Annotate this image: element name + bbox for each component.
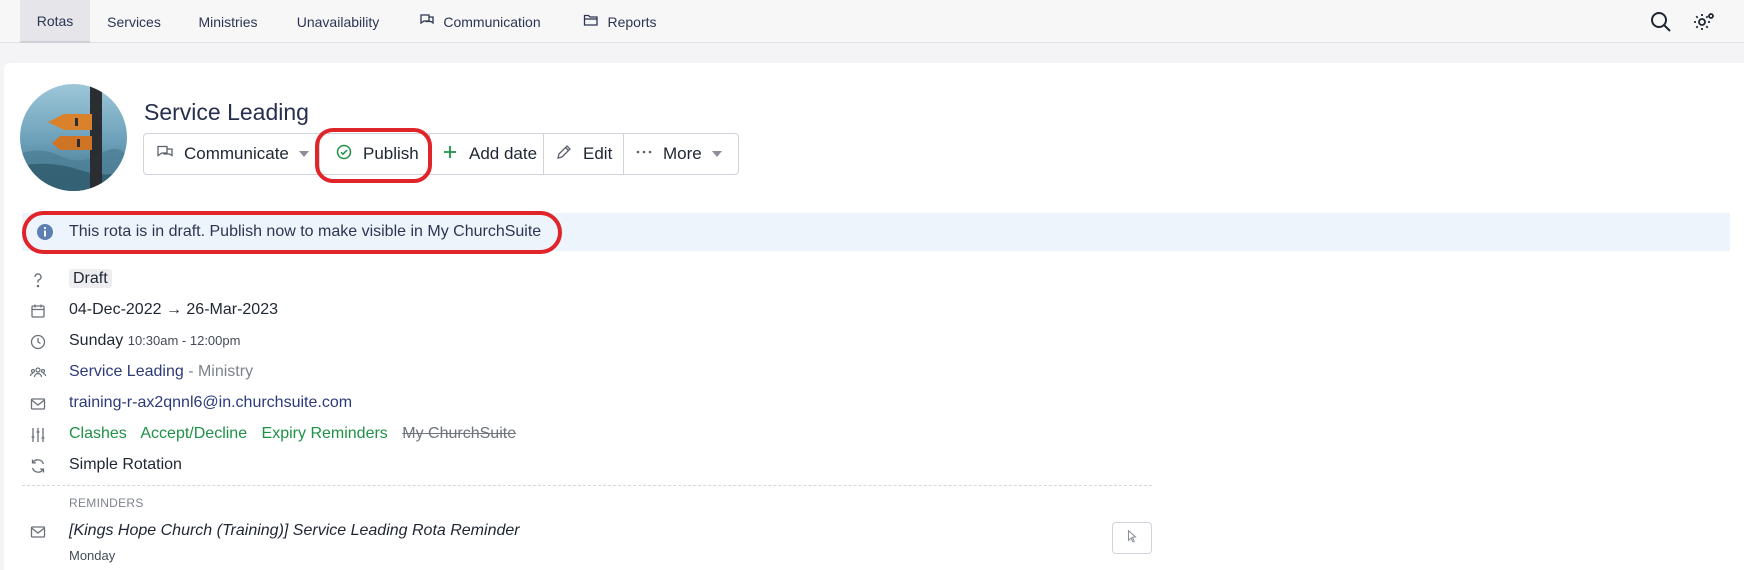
- edit-label: Edit: [583, 144, 613, 163]
- cursor-icon: [1125, 529, 1139, 548]
- sliders-icon: [29, 426, 47, 444]
- add-date-button[interactable]: Add date: [429, 134, 539, 174]
- edit-button[interactable]: Edit: [543, 134, 623, 174]
- publish-label: Publish: [363, 144, 419, 163]
- date-range-row: 04-Dec-2022 → 26-Mar-2023: [0, 298, 1200, 324]
- tab-label: Unavailability: [296, 13, 380, 30]
- publish-button[interactable]: Publish: [319, 134, 429, 174]
- accept-decline-setting: Accept/Decline: [140, 425, 248, 442]
- communicate-label: Communicate: [184, 144, 289, 163]
- expiry-reminders-setting: Expiry Reminders: [261, 425, 388, 442]
- email-link[interactable]: training-r-ax2qnnl6@in.churchsuite.com: [69, 394, 352, 412]
- avatar: [20, 84, 127, 191]
- status-row: Draft: [0, 267, 1200, 293]
- email-row: training-r-ax2qnnl6@in.churchsuite.com: [0, 391, 1200, 417]
- tab-rotas[interactable]: Rotas: [20, 0, 90, 43]
- clashes-setting: Clashes: [69, 425, 127, 442]
- clock-icon: [29, 333, 47, 351]
- envelope-icon: [29, 395, 47, 413]
- chevron-down-icon: [711, 151, 722, 157]
- folder-icon: [583, 12, 599, 31]
- ministry-row: Service Leading - Ministry: [0, 360, 1200, 386]
- ellipsis-icon: [635, 143, 653, 166]
- tab-reports[interactable]: Reports: [572, 0, 668, 43]
- chat-icon: [156, 143, 174, 166]
- question-icon: [29, 271, 47, 289]
- schedule-row: Sunday 10:30am - 12:00pm: [0, 329, 1200, 355]
- reminder-title: [Kings Hope Church (Training)] Service L…: [69, 522, 520, 539]
- chevron-down-icon: [298, 151, 309, 157]
- tab-label: Ministries: [198, 13, 258, 30]
- tab-ministries[interactable]: Ministries: [180, 0, 276, 43]
- my-churchsuite-setting: My ChurchSuite: [402, 425, 517, 442]
- more-label: More: [663, 144, 702, 163]
- reminders-divider: [22, 485, 1152, 486]
- rotation-type: Simple Rotation: [69, 456, 182, 473]
- pencil-icon: [555, 143, 573, 166]
- rota-toolbar: Communicate Publish Add date Edit More: [143, 133, 739, 175]
- users-icon: [29, 364, 47, 382]
- tab-communication[interactable]: Communication: [410, 0, 550, 43]
- banner-text: This rota is in draft. Publish now to ma…: [69, 223, 542, 240]
- check-circle-icon: [335, 143, 353, 166]
- plus-icon: [441, 143, 459, 166]
- tab-label: Communication: [443, 13, 541, 30]
- more-button[interactable]: More: [623, 134, 738, 174]
- tab-label: Services: [107, 13, 161, 30]
- calendar-icon: [29, 302, 47, 320]
- page-title: Service Leading: [144, 99, 309, 125]
- draft-info-banner: This rota is in draft. Publish now to ma…: [22, 213, 1730, 251]
- search-icon[interactable]: [1649, 10, 1673, 34]
- info-icon: [36, 223, 54, 241]
- settings-row: Clashes Accept/Decline Expiry Reminders …: [0, 422, 1200, 448]
- reminder-day: Monday: [69, 548, 116, 563]
- ministry-link[interactable]: Service Leading: [69, 363, 184, 380]
- gear-icon[interactable]: [1692, 10, 1716, 34]
- envelope-icon: [29, 523, 47, 541]
- tab-services[interactable]: Services: [92, 0, 176, 43]
- time-text: 10:30am - 12:00pm: [127, 333, 241, 348]
- tab-label: Rotas: [36, 12, 74, 29]
- top-nav: Rotas Services Ministries Unavailability…: [0, 0, 1744, 43]
- reminder-action-button[interactable]: [1112, 522, 1152, 554]
- chat-icon: [419, 12, 435, 31]
- status-badge: Draft: [69, 269, 112, 288]
- day-text: Sunday: [69, 332, 124, 349]
- add-date-label: Add date: [469, 144, 538, 163]
- rotation-row: Simple Rotation: [0, 453, 1200, 479]
- refresh-icon: [29, 457, 47, 475]
- date-range: 04-Dec-2022 → 26-Mar-2023: [69, 301, 278, 318]
- tab-label: Reports: [607, 13, 657, 30]
- reminders-heading: REMINDERS: [69, 496, 144, 510]
- ministry-suffix: - Ministry: [183, 363, 254, 380]
- communicate-button[interactable]: Communicate: [144, 134, 319, 174]
- tab-unavailability[interactable]: Unavailability: [282, 0, 394, 43]
